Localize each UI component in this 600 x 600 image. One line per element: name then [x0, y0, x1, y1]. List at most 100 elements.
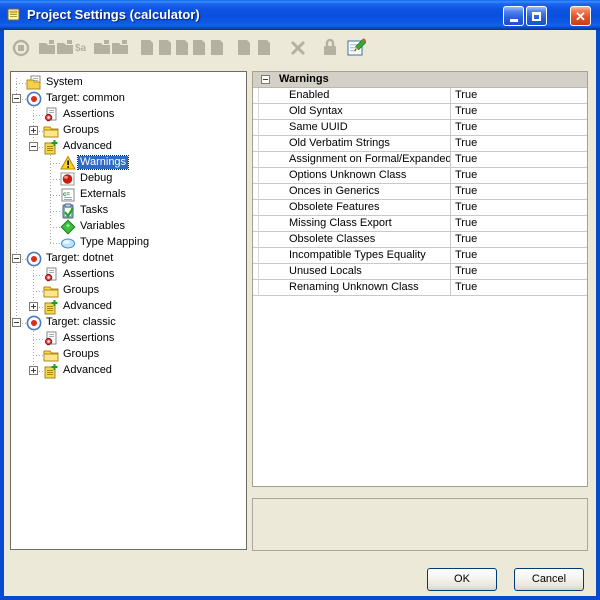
lock-icon[interactable]: [320, 37, 340, 57]
property-value[interactable]: True: [455, 121, 477, 133]
cancel-button[interactable]: Cancel: [514, 568, 584, 591]
paste-icon[interactable]: [254, 37, 274, 57]
property-value[interactable]: True: [455, 185, 477, 197]
close-button[interactable]: ✕: [570, 6, 591, 26]
property-row-incompatible-types-equality[interactable]: Incompatible Types EqualityTrue: [253, 248, 587, 264]
property-row-assignment-on-formal-expanded[interactable]: Assignment on Formal/ExpandedTrue: [253, 152, 587, 168]
tree-item-groups[interactable]: Groups: [11, 283, 246, 299]
duplicate-icon[interactable]: [234, 37, 254, 57]
edit-icon[interactable]: [346, 37, 366, 57]
groups-icon: [43, 283, 59, 299]
property-grid[interactable]: Warnings EnabledTrueOld SyntaxTrueSame U…: [252, 71, 588, 487]
property-row-renaming-unknown-class[interactable]: Renaming Unknown ClassTrue: [253, 280, 587, 296]
expand-icon[interactable]: [29, 302, 38, 311]
maximize-button[interactable]: [526, 6, 547, 26]
tree-item-debug[interactable]: Debug: [11, 171, 246, 187]
property-row-obsolete-classes[interactable]: Obsolete ClassesTrue: [253, 232, 587, 248]
property-row-onces-in-generics[interactable]: Onces in GenericsTrue: [253, 184, 587, 200]
tree-item-label[interactable]: Debug: [78, 172, 114, 185]
property-value[interactable]: True: [455, 169, 477, 181]
expand-icon[interactable]: [29, 366, 38, 375]
tree-item-system[interactable]: System: [11, 75, 246, 91]
property-row-obsolete-features[interactable]: Obsolete FeaturesTrue: [253, 200, 587, 216]
tree-item-label[interactable]: Assertions: [61, 332, 116, 345]
titlebar[interactable]: Project Settings (calculator) ✕: [0, 0, 600, 30]
add-library-icon[interactable]: [92, 37, 112, 57]
tree-item-advanced[interactable]: Advanced: [11, 139, 246, 155]
tree-item-label[interactable]: Externals: [78, 188, 128, 201]
add-precompile-icon[interactable]: [137, 37, 157, 57]
tree-item-groups[interactable]: Groups: [11, 347, 246, 363]
add-mapping-icon[interactable]: [207, 37, 227, 57]
collapse-icon[interactable]: [12, 254, 21, 263]
tree-item-label[interactable]: Assertions: [61, 268, 116, 281]
tree-item-tasks[interactable]: Tasks: [11, 203, 246, 219]
property-row-missing-class-export[interactable]: Missing Class ExportTrue: [253, 216, 587, 232]
tree-item-label[interactable]: Target: dotnet: [44, 252, 115, 265]
property-row-same-uuid[interactable]: Same UUIDTrue: [253, 120, 587, 136]
property-row-options-unknown-class[interactable]: Options Unknown ClassTrue: [253, 168, 587, 184]
tree-item-label[interactable]: Assertions: [61, 108, 116, 121]
tree-item-label[interactable]: Target: common: [44, 92, 127, 105]
tree-item-label[interactable]: Target: classic: [44, 316, 118, 329]
tree-item-warnings[interactable]: Warnings: [11, 155, 246, 171]
ok-button[interactable]: OK: [427, 568, 497, 591]
property-row-enabled[interactable]: EnabledTrue: [253, 88, 587, 104]
grid-gutter-line: [258, 88, 259, 296]
tree-item-advanced[interactable]: Advanced: [11, 299, 246, 315]
tree-item-externals[interactable]: c=Externals: [11, 187, 246, 203]
tree-item-label[interactable]: Groups: [61, 348, 101, 361]
tree-connector-line: [33, 275, 43, 276]
tree-item-label[interactable]: Tasks: [78, 204, 110, 217]
tree-item-assertions[interactable]: Assertions: [11, 331, 246, 347]
tree-item-advanced[interactable]: Advanced: [11, 363, 246, 379]
add-assembly-icon[interactable]: [110, 37, 130, 57]
tree-item-label[interactable]: Advanced: [61, 140, 114, 153]
tree-item-label[interactable]: Variables: [78, 220, 127, 233]
tree-item-target-common[interactable]: Target: common: [11, 91, 246, 107]
tree-item-label[interactable]: Groups: [61, 124, 101, 137]
expand-icon[interactable]: [29, 126, 38, 135]
tree-item-target-classic[interactable]: Target: classic: [11, 315, 246, 331]
property-value[interactable]: True: [455, 265, 477, 277]
collapse-icon[interactable]: [12, 318, 21, 327]
tree-item-groups[interactable]: Groups: [11, 123, 246, 139]
minimize-button[interactable]: [503, 6, 524, 26]
add-override-icon[interactable]: [55, 37, 75, 57]
tree-item-target-dotnet[interactable]: Target: dotnet: [11, 251, 246, 267]
property-row-unused-locals[interactable]: Unused LocalsTrue: [253, 264, 587, 280]
property-value[interactable]: True: [455, 153, 477, 165]
tree-item-variables[interactable]: Variables: [11, 219, 246, 235]
collapse-group-icon[interactable]: [261, 75, 270, 84]
add-target-icon[interactable]: [11, 37, 31, 57]
tree-item-label[interactable]: System: [44, 76, 85, 89]
tree-item-label[interactable]: Type Mapping: [78, 236, 151, 249]
property-value[interactable]: True: [455, 201, 477, 213]
collapse-icon[interactable]: [12, 94, 21, 103]
tree-item-label[interactable]: Advanced: [61, 364, 114, 377]
property-value[interactable]: True: [455, 249, 477, 261]
property-row-old-syntax[interactable]: Old SyntaxTrue: [253, 104, 587, 120]
property-value[interactable]: True: [455, 217, 477, 229]
property-value[interactable]: True: [455, 89, 477, 101]
tree-item-label[interactable]: Advanced: [61, 300, 114, 313]
tree-item-type-mapping[interactable]: Type Mapping: [11, 235, 246, 251]
property-value[interactable]: True: [455, 233, 477, 245]
add-variable-icon[interactable]: [189, 37, 209, 57]
property-value[interactable]: True: [455, 137, 477, 149]
rename-icon[interactable]: $a: [73, 37, 93, 57]
tree-item-assertions[interactable]: Assertions: [11, 267, 246, 283]
property-row-old-verbatim-strings[interactable]: Old Verbatim StringsTrue: [253, 136, 587, 152]
tree-item-label[interactable]: Warnings: [78, 156, 128, 169]
grid-column-divider[interactable]: [450, 88, 451, 296]
add-cluster-icon[interactable]: [37, 37, 57, 57]
settings-tree[interactable]: System Target: common Assertions Groups Adva…: [10, 71, 247, 550]
tree-item-label[interactable]: Groups: [61, 284, 101, 297]
variables-icon: [60, 219, 76, 235]
tree-item-assertions[interactable]: Assertions: [11, 107, 246, 123]
collapse-icon[interactable]: [29, 142, 38, 151]
property-value[interactable]: True: [455, 281, 477, 293]
property-value[interactable]: True: [455, 105, 477, 117]
remove-icon[interactable]: [288, 37, 308, 57]
grid-group-header[interactable]: Warnings: [253, 72, 587, 88]
